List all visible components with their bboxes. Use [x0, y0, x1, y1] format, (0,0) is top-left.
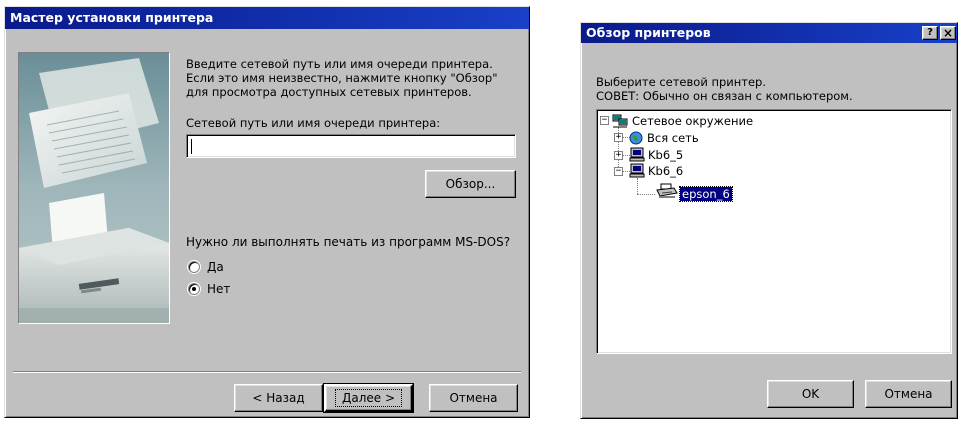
wizard-title: Мастер установки принтера [10, 10, 214, 25]
ok-button[interactable]: OK [767, 380, 854, 408]
tree-item-kb6-6[interactable]: Kb6_6 [648, 164, 683, 178]
browse-titlebar[interactable]: Обзор принтеров [581, 23, 957, 43]
wizard-titlebar[interactable]: Мастер установки принтера [5, 7, 529, 29]
back-button[interactable]: < Назад [234, 384, 323, 412]
help-icon: ? [927, 27, 933, 38]
network-path-input[interactable] [186, 134, 516, 158]
browse-cancel-button-label: Отмена [884, 387, 933, 401]
expand-kb6-5[interactable]: + [614, 151, 623, 160]
computer-icon [629, 163, 645, 182]
ok-button-label: OK [801, 387, 820, 401]
network-printer-icon [656, 183, 678, 203]
collapse-kb6-6[interactable]: − [614, 167, 623, 176]
printer-tree-view[interactable]: − Сетевое окружение + Вся сеть + Kb6_5 −… [596, 109, 952, 354]
browse-cancel-button[interactable]: Отмена [865, 380, 952, 408]
printer-illustration [18, 52, 170, 324]
wizard-separator [13, 371, 521, 373]
tree-item-entire-network[interactable]: Вся сеть [647, 131, 699, 145]
tree-item-network-neighborhood[interactable]: Сетевое окружение [632, 114, 753, 128]
wizard-cancel-button-label: Отмена [449, 391, 498, 405]
expand-entire-network[interactable]: + [614, 133, 623, 142]
tree-line [637, 194, 655, 195]
next-button[interactable]: Далее > [323, 383, 414, 413]
browse-printers-dialog: Обзор принтеров ? × Выберите сетевой при… [580, 22, 958, 419]
radio-yes-label[interactable]: Да [207, 260, 224, 274]
close-button[interactable]: × [940, 26, 956, 40]
close-icon: × [942, 26, 954, 40]
collapse-network-neighborhood[interactable]: − [600, 116, 609, 125]
printer-illustration-art [19, 53, 169, 323]
network-neighborhood-icon [612, 113, 628, 132]
radio-yes[interactable] [188, 261, 200, 273]
tree-item-epson-6[interactable]: epson_6 [679, 186, 733, 202]
browse-button[interactable]: Обзор... [425, 170, 516, 198]
wizard-description-line-2: Если это имя неизвестно, нажмите кнопку … [186, 71, 498, 85]
tree-item-kb6-5[interactable]: Kb6_5 [648, 148, 683, 162]
browse-prompt-line-2: СОВЕТ: Обычно он связан с компьютером. [596, 89, 853, 103]
browse-button-label: Обзор... [445, 177, 496, 191]
text-caret [191, 139, 192, 154]
wizard-description-line-1: Введите сетевой путь или имя очереди при… [186, 57, 493, 71]
next-button-label: Далее > [334, 389, 403, 407]
wizard-cancel-button[interactable]: Отмена [429, 384, 518, 412]
help-button[interactable]: ? [922, 26, 938, 40]
browse-prompt-line-1: Выберите сетевой принтер. [596, 75, 766, 89]
network-path-label: Сетевой путь или имя очереди принтера: [186, 116, 441, 130]
radio-no-label[interactable]: Нет [207, 282, 230, 296]
msdos-question: Нужно ли выполнять печать из программ MS… [186, 235, 511, 249]
back-button-label: < Назад [252, 391, 305, 405]
add-printer-wizard-window: Мастер установки принтера Введите сетево… [4, 6, 530, 418]
radio-no[interactable] [188, 283, 200, 295]
wizard-description-line-3: для просмотра доступных сетевых принтеро… [186, 85, 472, 99]
browse-title: Обзор принтеров [586, 25, 711, 40]
